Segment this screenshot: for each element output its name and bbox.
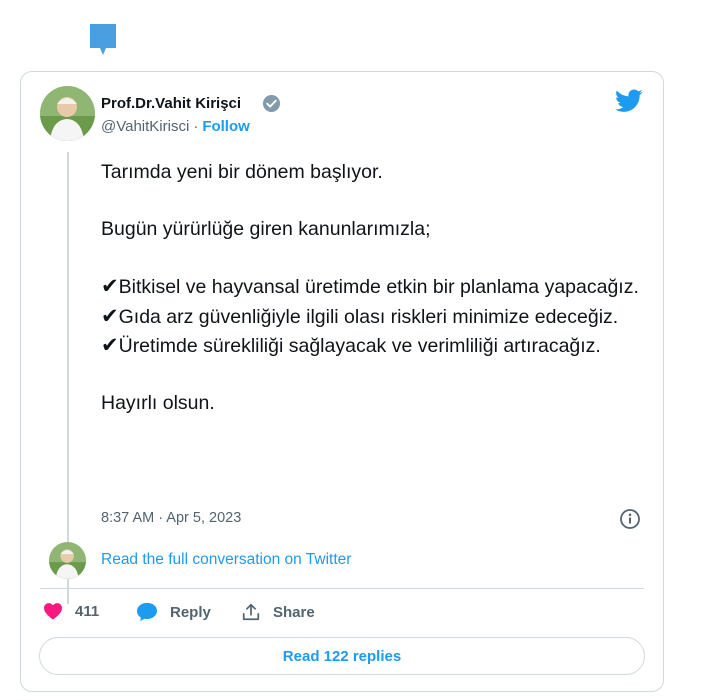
tweet-list-item: ✔Üretimde sürekliliği sağlayacak ve veri… (101, 333, 601, 357)
share-icon (242, 603, 260, 621)
like-count: 411 (75, 602, 100, 620)
check-mark-icon: ✔ (101, 274, 119, 298)
heart-icon (44, 603, 62, 620)
check-mark-icon: ✔ (101, 333, 119, 357)
divider (40, 588, 644, 589)
tweet-text: Tarımda yeni bir dönem başlıyor. Bugün y… (101, 158, 649, 418)
tweet-line: Bugün yürürlüğe giren kanunlarımızla; (101, 218, 431, 240)
share-label: Share (273, 603, 315, 621)
share-button[interactable]: Share (241, 602, 315, 622)
tweet-list-item: ✔Gıda arz güvenliğiyle ilgili olası risk… (101, 303, 619, 328)
tweet-line: Tarımda yeni bir dönem başlıyor. (101, 161, 383, 183)
avatar-small[interactable] (49, 542, 86, 579)
thread-line (67, 152, 69, 604)
tweet-line: Hayırlı olsun. (101, 392, 215, 414)
like-button[interactable]: 411 (43, 602, 99, 620)
reply-label: Reply (170, 603, 211, 621)
author-handle-line: @VahitKirisci · Follow (101, 118, 250, 135)
info-icon[interactable] (619, 508, 641, 530)
bookmark-flag-icon (90, 24, 116, 55)
tweet-timestamp[interactable]: 8:37 AM · Apr 5, 2023 (101, 510, 241, 526)
check-mark-icon: ✔ (101, 303, 119, 328)
twitter-bird-icon[interactable] (615, 89, 643, 113)
author-handle[interactable]: @VahitKirisci (101, 118, 189, 135)
reply-bubble-icon (137, 602, 157, 622)
author-name[interactable]: Prof.Dr.Vahit Kirişci (101, 95, 241, 112)
read-replies-button[interactable]: Read 122 replies (39, 637, 645, 675)
tweet-list-item: ✔Bitkisel ve hayvansal üretimde etkin bi… (101, 274, 639, 298)
avatar[interactable] (40, 86, 95, 141)
separator-dot: · (193, 118, 199, 135)
follow-link[interactable]: Follow (202, 118, 250, 135)
read-conversation-link[interactable]: Read the full conversation on Twitter (101, 551, 351, 569)
tweet-card: Prof.Dr.Vahit Kirişci @VahitKirisci · Foll… (20, 71, 664, 692)
verified-icon (262, 94, 281, 113)
reply-button[interactable]: Reply (136, 602, 211, 622)
